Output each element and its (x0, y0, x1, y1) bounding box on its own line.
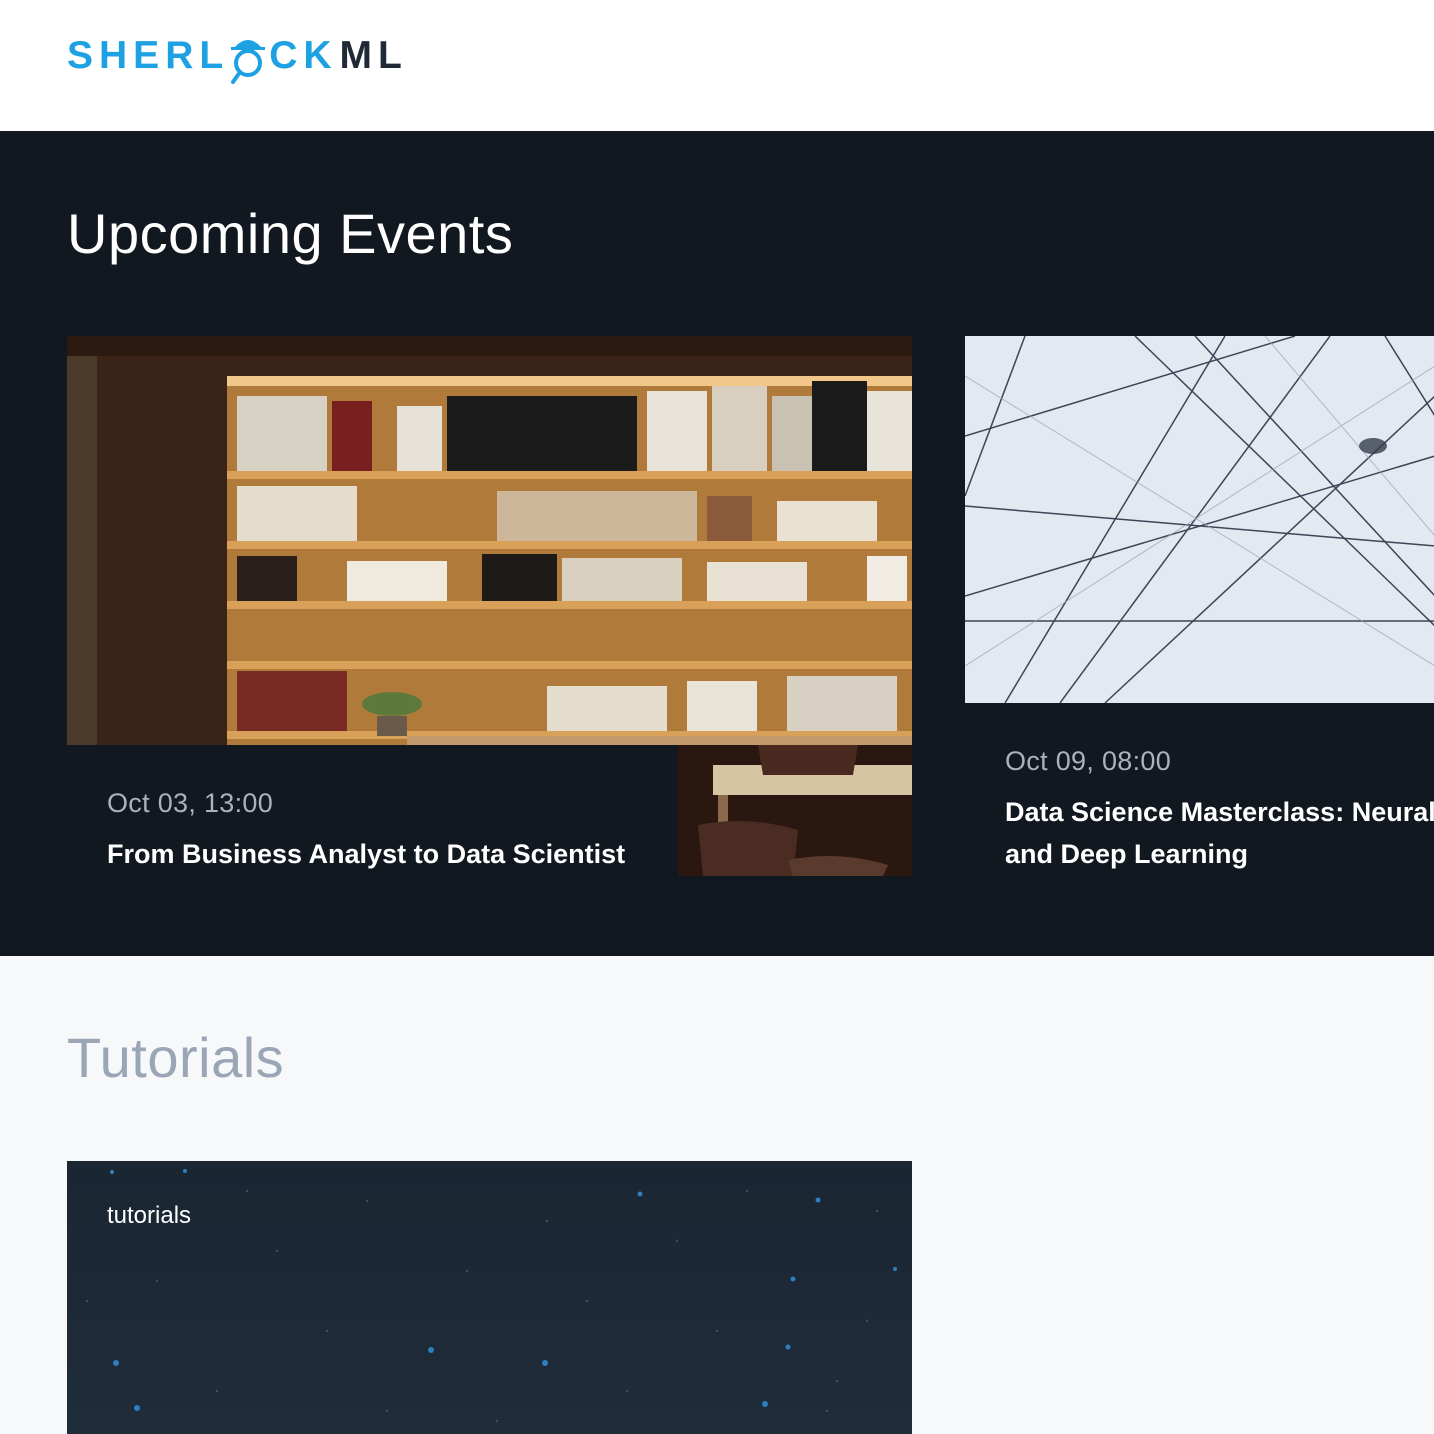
bookshelf-image (67, 336, 912, 745)
starfield-background (85, 1169, 897, 1423)
event-card[interactable]: Oct 03, 13:00 From Business Analyst to D… (67, 336, 912, 876)
upcoming-events-section: Upcoming Events Oct 03, 13:00 From Busin… (0, 131, 1434, 956)
network-lines-image (965, 336, 1434, 703)
event-title[interactable]: Data Science Masterclass: Neural Network… (1005, 791, 1434, 875)
magnifier-hat-icon (231, 36, 266, 84)
bookshelf-image-tail (678, 745, 912, 876)
event-date: Oct 03, 13:00 (107, 788, 274, 818)
logo-text-part2: CK (269, 34, 338, 77)
logo-text-part3: ML (339, 34, 408, 77)
logo-text-part1: SHERL (67, 34, 230, 77)
section-title: Tutorials (67, 1026, 285, 1089)
event-title[interactable]: From Business Analyst to Data Scientist (107, 833, 667, 875)
tutorial-label: tutorials (107, 1202, 192, 1229)
sherlockml-logo[interactable]: SHERL CK ML (67, 26, 408, 86)
section-title: Upcoming Events (67, 202, 514, 265)
site-header: SHERL CK ML (0, 0, 1434, 131)
tutorial-card[interactable]: tutorials (67, 1161, 912, 1434)
event-card[interactable]: Oct 09, 08:00 Data Science Masterclass: … (965, 336, 1434, 876)
logo-text-primary: SHERL CK (67, 34, 338, 84)
event-date: Oct 09, 08:00 (1005, 746, 1172, 776)
